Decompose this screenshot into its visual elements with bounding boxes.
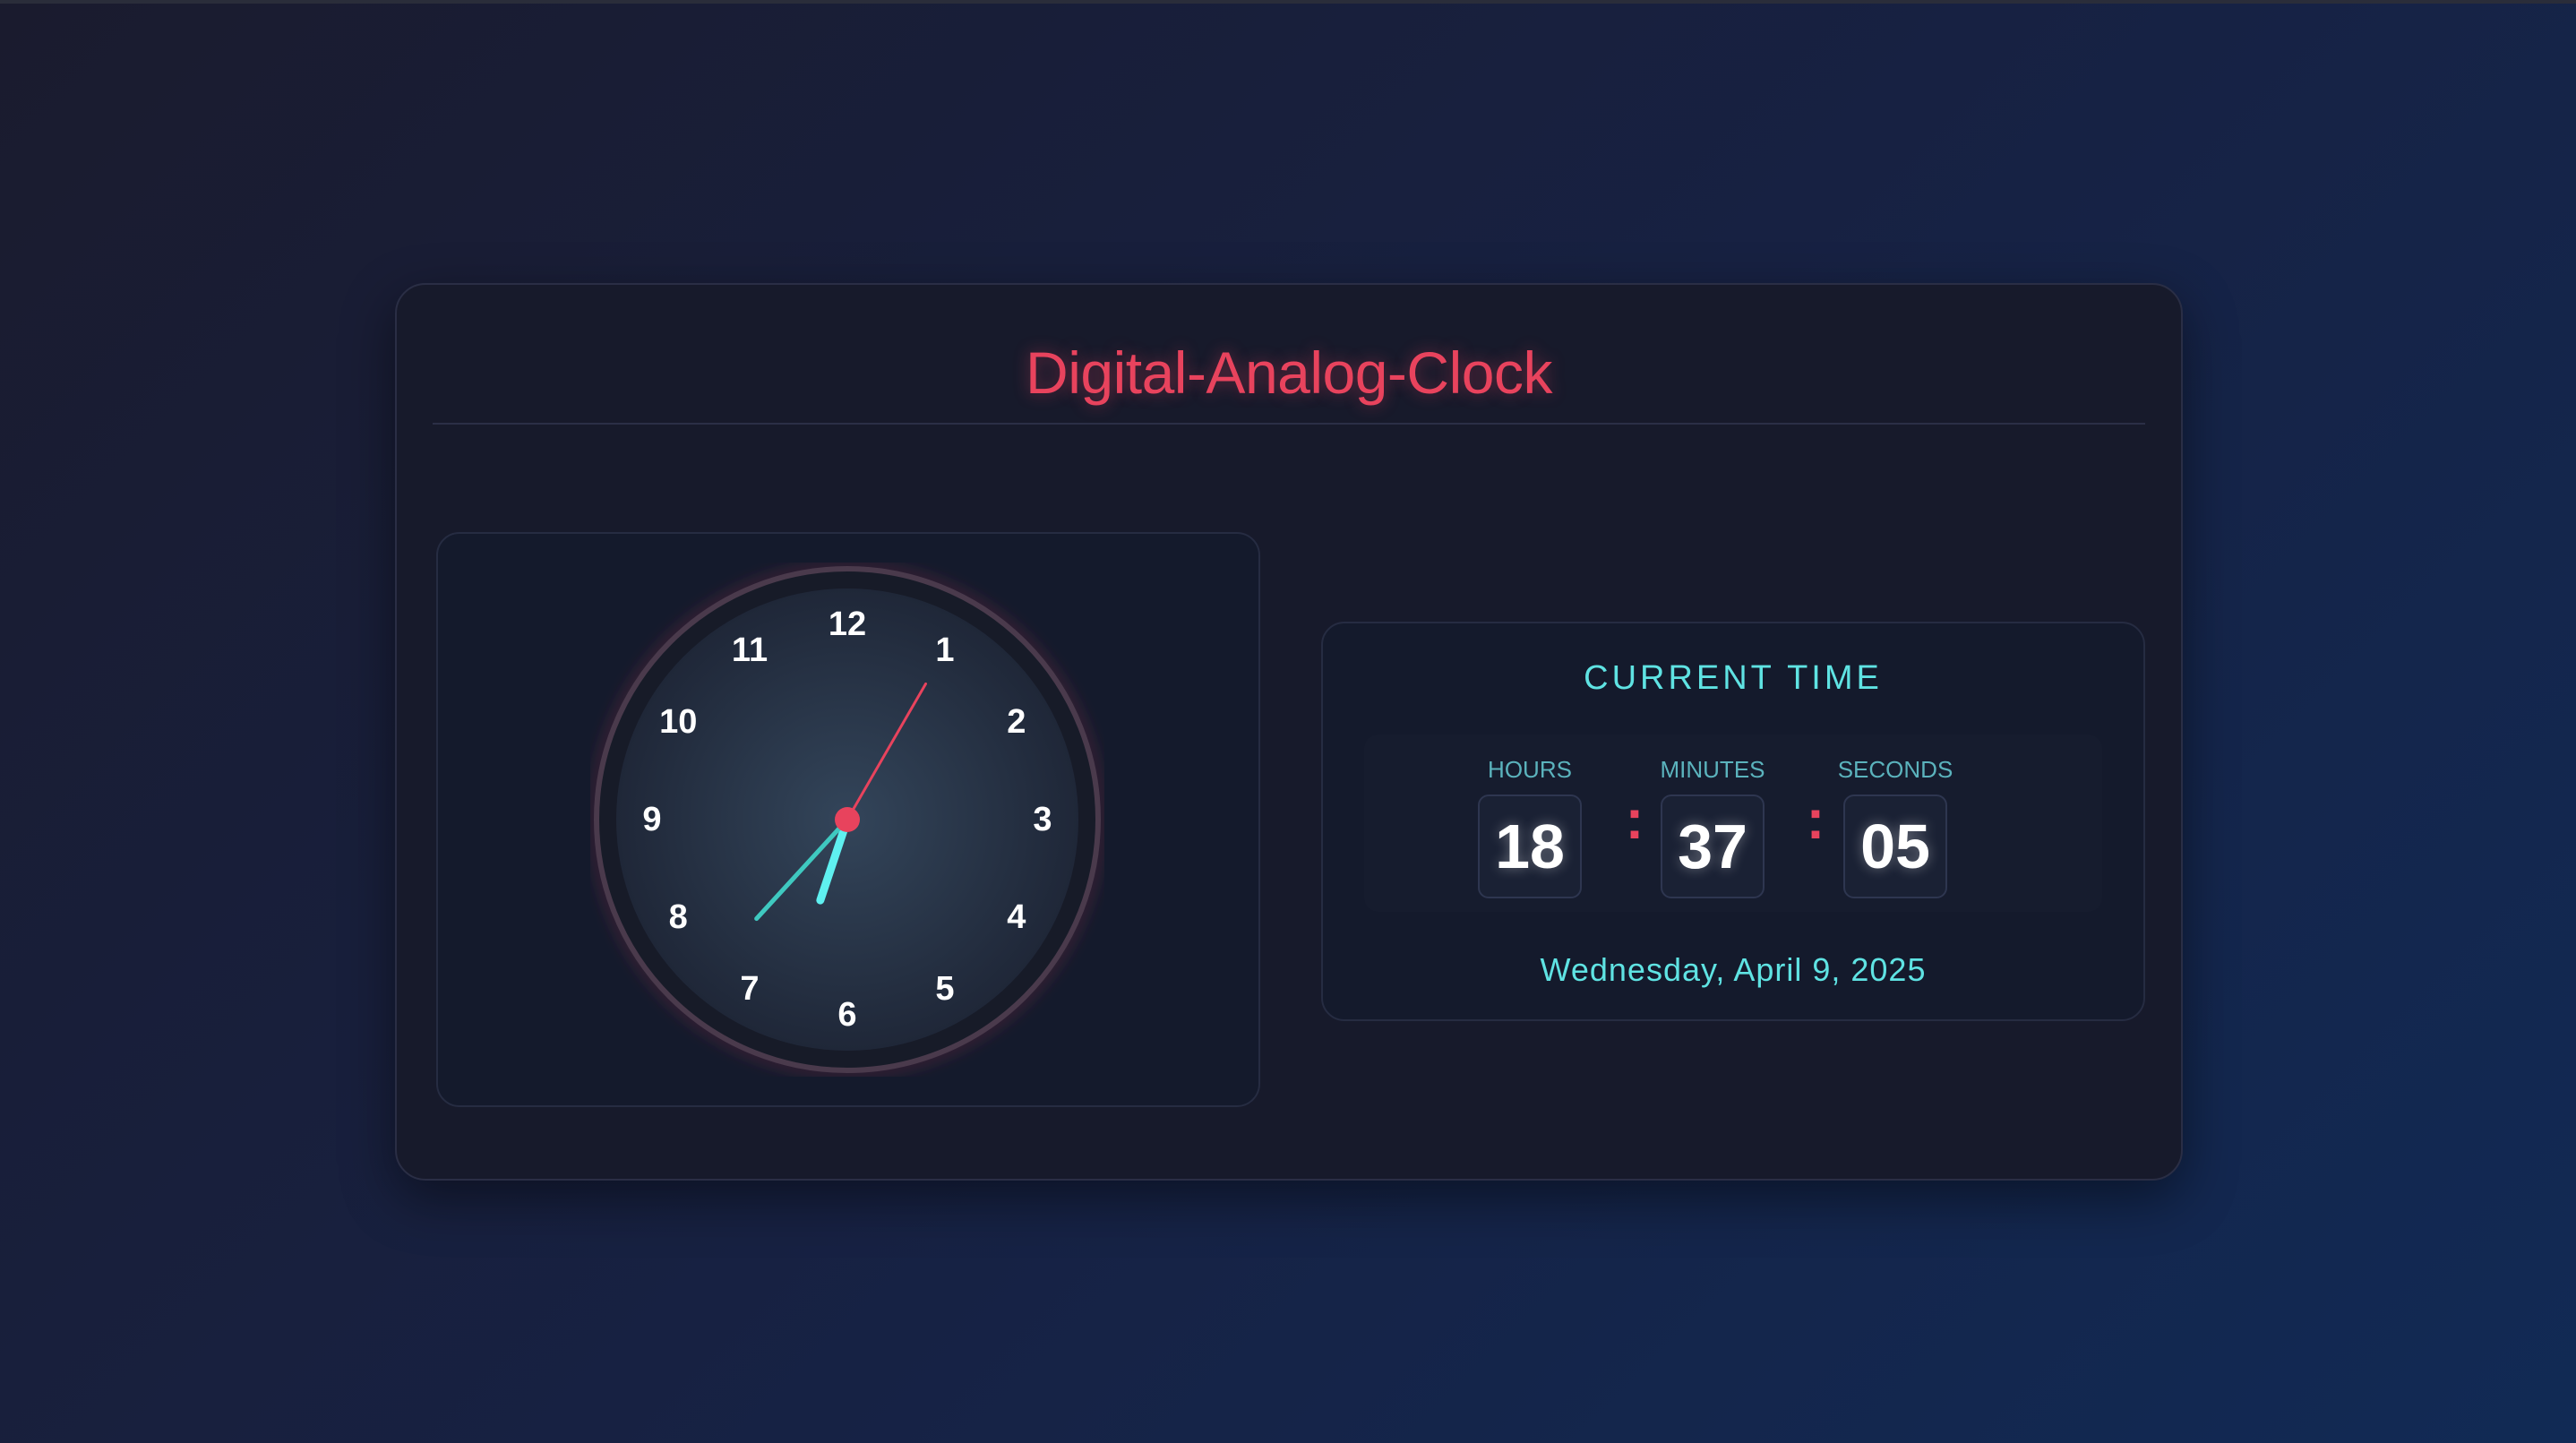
seconds-unit: SECONDS 05 xyxy=(1828,734,1962,898)
current-date: Wednesday, April 9, 2025 xyxy=(1540,951,1927,988)
clock-numeral: 7 xyxy=(740,970,759,1008)
window-top-edge xyxy=(0,0,2576,4)
time-display: HOURS 18 : MINUTES 37 : SECONDS 05 xyxy=(1364,734,2102,912)
analog-clock: 121234567891011 xyxy=(592,564,1103,1075)
clock-numeral: 10 xyxy=(659,703,697,741)
seconds-value: 05 xyxy=(1843,795,1947,898)
clock-numeral: 8 xyxy=(669,898,688,936)
minutes-value: 37 xyxy=(1661,795,1765,898)
clock-numeral: 11 xyxy=(732,631,768,669)
hours-unit: HOURS 18 xyxy=(1463,734,1597,898)
clock-numeral: 12 xyxy=(829,606,866,643)
clock-numeral: 3 xyxy=(1033,801,1052,838)
current-time-heading: CURRENT TIME xyxy=(1584,659,1883,697)
clock-numeral: 2 xyxy=(1007,703,1026,741)
digital-clock-panel: CURRENT TIME HOURS 18 : MINUTES 37 : SEC… xyxy=(1321,622,2145,1021)
title-divider xyxy=(433,423,2145,425)
clock-numeral: 5 xyxy=(935,970,954,1008)
clock-numeral: 9 xyxy=(642,801,661,838)
clock-numeral: 6 xyxy=(837,996,856,1034)
analog-clock-panel: 12 1 2 3 4 5 6 7 8 9 10 11 xyxy=(436,532,1260,1107)
seconds-label: SECONDS xyxy=(1837,756,1953,783)
clock-numeral: 4 xyxy=(1007,898,1026,936)
minutes-unit: MINUTES 37 xyxy=(1645,734,1780,898)
clock-card: Digital-Analog-Clock 12 1 2 3 4 5 6 7 8 9 10 11 xyxy=(395,283,2183,1181)
hours-label: HOURS xyxy=(1488,756,1572,783)
minutes-label: MINUTES xyxy=(1660,756,1765,783)
clock-numeral: 1 xyxy=(935,631,954,669)
hours-value: 18 xyxy=(1478,795,1582,898)
clock-center-cap xyxy=(835,807,860,832)
page-title: Digital-Analog-Clock xyxy=(1026,339,1552,406)
